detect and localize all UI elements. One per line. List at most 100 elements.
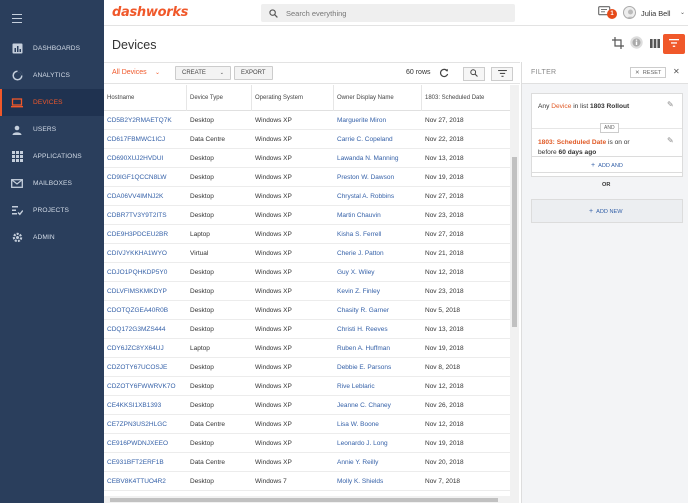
cell-hostname[interactable]: CE916PWDNJXEEO <box>104 434 168 453</box>
table-row[interactable]: CDY6JZC8YX64UJ Laptop Windows XP Ruben A. H… <box>104 339 512 358</box>
filter-button[interactable] <box>663 34 685 54</box>
add-and-button[interactable]: + ADD AND <box>591 162 623 169</box>
cell-hostname[interactable]: CE4KKSI1XB1393 <box>104 396 161 415</box>
table-row[interactable]: CDJO1PQHKDP5Y0 Desktop Windows XP Guy X. Wi… <box>104 263 512 282</box>
sidebar-item-projects[interactable]: PROJECTS <box>0 197 104 224</box>
sidebar-item-admin[interactable]: ADMIN <box>0 224 104 251</box>
cell-hostname[interactable]: CDJO1PQHKDP5Y0 <box>104 263 167 282</box>
scrollbar-thumb[interactable] <box>110 497 498 502</box>
column-header-owner[interactable]: Owner Display Name <box>334 85 422 111</box>
cell-owner[interactable]: Christi H. Reeves <box>334 320 388 339</box>
table-search-button[interactable] <box>463 67 485 81</box>
cell-hostname[interactable]: CDA06VV4IMNJ2K <box>104 187 163 206</box>
cell-hostname[interactable]: CDBR7TV3Y9T2ITS <box>104 206 167 225</box>
cell-owner[interactable]: Preston W. Dawson <box>334 168 394 187</box>
table-row[interactable]: CD9IGF1QCCN8LW Desktop Windows XP Preston W… <box>104 168 512 187</box>
cell-owner[interactable]: Rive Leblaric <box>334 377 375 396</box>
cell-owner[interactable]: Kevin Z. Finley <box>334 282 380 301</box>
table-row[interactable]: CDQ172G3MZS444 Desktop Windows XP Christi H… <box>104 320 512 339</box>
chevron-down-icon[interactable]: ⌄ <box>680 9 685 16</box>
table-row[interactable]: CDZOTY67UCOSJE Desktop Windows XP Debbie E.… <box>104 358 512 377</box>
table-row[interactable]: CDOTQZGEA40R0B Desktop Windows XP Chasity R… <box>104 301 512 320</box>
user-name[interactable]: Julia Bell <box>641 9 671 18</box>
table-row[interactable]: CD617FBMWC1ICJ Data Centre Windows XP Carri… <box>104 130 512 149</box>
cell-owner[interactable]: Ruben A. Huffman <box>334 339 390 358</box>
chevron-down-icon[interactable]: ⌄ <box>155 69 160 76</box>
table-row[interactable]: CDIVJYKKHA1WYO Virtual Windows XP Cherie J.… <box>104 244 512 263</box>
cell-hostname[interactable]: CEBV8K4TTUO4R2 <box>104 472 166 491</box>
sidebar-item-devices[interactable]: DEVICES <box>0 89 104 116</box>
crop-icon[interactable] <box>612 37 624 51</box>
info-icon[interactable] <box>630 36 643 51</box>
column-header-device-type[interactable]: Device Type <box>187 85 252 111</box>
column-header-hostname[interactable]: Hostname <box>104 85 187 111</box>
cell-hostname[interactable]: CD690XUJ2HVDUI <box>104 149 163 168</box>
reset-button[interactable]: ✕ RESET <box>630 67 667 78</box>
cell-hostname[interactable]: CDE9H3PDCEU2BR <box>104 225 168 244</box>
scrollbar-thumb[interactable] <box>512 157 517 327</box>
cell-hostname[interactable]: CDOTQZGEA40R0B <box>104 301 168 320</box>
cell-owner[interactable]: Debbie E. Parsons <box>334 358 391 377</box>
list-selector[interactable]: All Devices <box>112 69 147 76</box>
cell-hostname[interactable]: CD5B2Y2RMAETQ7K <box>104 111 172 130</box>
menu-icon[interactable] <box>12 14 22 25</box>
table-row[interactable]: CDLVFIMSKMKDYP Desktop Windows XP Kevin Z. … <box>104 282 512 301</box>
cell-hostname[interactable]: CD617FBMWC1ICJ <box>104 130 165 149</box>
sidebar-item-applications[interactable]: APPLICATIONS <box>0 143 104 170</box>
cell-owner[interactable]: Annie Y. Reilly <box>334 453 378 472</box>
cell-hostname[interactable]: CE931BFT2ERF1B <box>104 453 164 472</box>
vertical-scrollbar[interactable] <box>510 85 519 503</box>
search-input[interactable]: Search everything <box>261 4 515 22</box>
app-logo[interactable]: dashworks <box>112 5 188 20</box>
cell-hostname[interactable]: CDQ172G3MZS444 <box>104 320 166 339</box>
cell-owner[interactable]: Guy X. Wiley <box>334 263 375 282</box>
table-row[interactable]: CD5B2Y2RMAETQ7K Desktop Windows XP Margueri… <box>104 111 512 130</box>
cell-owner[interactable]: Lawanda N. Manning <box>334 149 398 168</box>
cell-hostname[interactable]: CDLVFIMSKMKDYP <box>104 282 167 301</box>
cell-hostname[interactable]: CD9IGF1QCCN8LW <box>104 168 166 187</box>
table-row[interactable]: CDZOTY6FWWRVK7O Desktop Windows XP Rive Leb… <box>104 377 512 396</box>
cell-hostname[interactable]: CDIVJYKKHA1WYO <box>104 244 167 263</box>
notification-badge[interactable]: 1 <box>607 9 617 19</box>
add-new-button[interactable]: + ADD NEW <box>589 208 623 215</box>
avatar[interactable] <box>623 6 636 19</box>
table-row[interactable]: CEBV8K4TTUO4R2 Desktop Windows 7 Molly K. S… <box>104 472 512 491</box>
cell-hostname[interactable]: CDZOTY6FWWRVK7O <box>104 377 176 396</box>
filter-criterion[interactable]: 1803: Scheduled Date is on or before 60 … <box>538 138 630 158</box>
add-new-group[interactable]: + ADD NEW <box>531 199 683 223</box>
cell-owner[interactable]: Lisa W. Boone <box>334 415 379 434</box>
table-row[interactable]: CD690XUJ2HVDUI Desktop Windows XP Lawanda N… <box>104 149 512 168</box>
export-button[interactable]: EXPORT <box>234 66 273 80</box>
cell-hostname[interactable]: CDY6JZC8YX64UJ <box>104 339 164 358</box>
table-row[interactable]: CDE9H3PDCEU2BR Laptop Windows XP Kisha S. F… <box>104 225 512 244</box>
refresh-icon[interactable] <box>439 68 449 80</box>
table-row[interactable]: CDBR7TV3Y9T2ITS Desktop Windows XP Martin C… <box>104 206 512 225</box>
column-header-operating-system[interactable]: Operating System <box>252 85 334 111</box>
create-button[interactable]: CREATE ⌄ <box>175 66 231 80</box>
add-and-row[interactable]: + ADD AND <box>531 156 683 173</box>
cell-owner[interactable]: Carrie C. Copeland <box>334 130 393 149</box>
cell-owner[interactable]: Martin Chauvin <box>334 206 381 225</box>
columns-icon[interactable] <box>650 39 660 50</box>
horizontal-scrollbar[interactable] <box>104 496 510 503</box>
table-row[interactable]: CE4KKSI1XB1393 Desktop Windows XP Jeanne C.… <box>104 396 512 415</box>
cell-owner[interactable]: Jeanne C. Chaney <box>334 396 391 415</box>
cell-hostname[interactable]: CDZOTY67UCOSJE <box>104 358 167 377</box>
cell-owner[interactable]: Leonardo J. Long <box>334 434 388 453</box>
sidebar-item-analytics[interactable]: ANALYTICS <box>0 62 104 89</box>
table-row[interactable]: CE931BFT2ERF1B Data Centre Windows XP Annie… <box>104 453 512 472</box>
cell-owner[interactable]: Chasity R. Garner <box>334 301 389 320</box>
cell-owner[interactable]: Cherie J. Patton <box>334 244 384 263</box>
table-row[interactable]: CE916PWDNJXEEO Desktop Windows XP Leonardo … <box>104 434 512 453</box>
cell-owner[interactable]: Molly K. Shields <box>334 472 383 491</box>
filter-criterion[interactable]: Any Device in list 1803 Rollout <box>538 102 629 112</box>
sidebar-item-mailboxes[interactable]: MAILBOXES <box>0 170 104 197</box>
table-row[interactable]: CE7ZPN3US2HLGC Data Centre Windows XP Lisa … <box>104 415 512 434</box>
edit-icon[interactable]: ✎ <box>667 100 674 109</box>
sidebar-item-dashboards[interactable]: DASHBOARDS <box>0 35 104 62</box>
cell-owner[interactable]: Chrystal A. Robbins <box>334 187 394 206</box>
close-icon[interactable]: ✕ <box>673 67 680 76</box>
column-header-scheduled-date[interactable]: 1803: Scheduled Date <box>422 85 512 111</box>
edit-icon[interactable]: ✎ <box>667 136 674 145</box>
table-row[interactable]: CDA06VV4IMNJ2K Desktop Windows XP Chrystal … <box>104 187 512 206</box>
